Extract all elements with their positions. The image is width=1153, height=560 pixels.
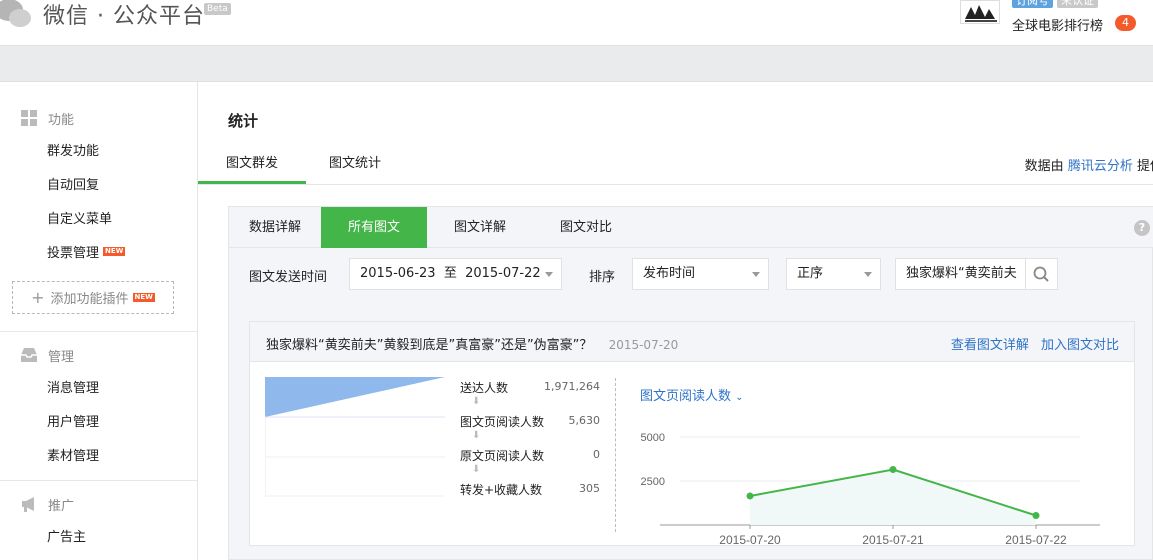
arrow-down-icon: ⬇ (472, 430, 481, 441)
account-name[interactable]: 全球电影排行榜 (1012, 15, 1103, 34)
notification-count-badge[interactable]: 4 (1115, 15, 1136, 31)
article-title[interactable]: 独家爆料“黄奕前夫”黄毅到底是”真富豪”还是”伪富豪”？ (266, 338, 592, 353)
data-point (746, 492, 754, 500)
wechat-logo-icon (0, 0, 31, 27)
sort-order-select[interactable]: 正序 (786, 258, 881, 290)
subtab-article-compare[interactable]: 图文对比 (533, 207, 639, 248)
article-card: 独家爆料“黄奕前夫”黄毅到底是”真富豪”还是”伪富豪”？ 2015-07-20 … (249, 321, 1135, 546)
funnel-value-delivered: 1,971,264 (544, 380, 600, 393)
sidebar-item-messages[interactable]: 消息管理 (47, 379, 99, 399)
chevron-down-icon: ⌄ (735, 392, 744, 403)
line-chart: 5000 2500 2015-07-20 2015-07-21 2015-07-22 (641, 432, 1100, 545)
sidebar-item-mass-send[interactable]: 群发功能 (47, 142, 99, 162)
account-avatar[interactable] (960, 0, 1000, 24)
inbox-icon (21, 348, 37, 362)
subtab-all-articles[interactable]: 所有图文 (321, 207, 427, 248)
divider (0, 331, 197, 332)
sidebar-item-materials[interactable]: 素材管理 (47, 447, 99, 467)
x-tick-label: 2015-07-22 (1005, 533, 1067, 545)
sort-label: 排序 (589, 270, 616, 285)
add-to-compare-link[interactable]: 加入图文对比 (1041, 338, 1119, 353)
view-article-detail-link[interactable]: 查看图文详解 (951, 338, 1029, 353)
funnel-value-shares: 305 (579, 482, 600, 495)
date-range-picker[interactable]: 2015-06-23 至 2015-07-22 (349, 258, 562, 290)
help-icon[interactable]: ? (1134, 220, 1150, 236)
article-card-header: 独家爆料“黄奕前夫”黄毅到底是”真富豪”还是”伪富豪”？ 2015-07-20 … (250, 322, 1134, 362)
chevron-down-icon (545, 272, 553, 277)
divider (0, 480, 197, 481)
tab-mass-articles[interactable]: 图文群发 (198, 154, 306, 184)
page-title: 统计 (228, 112, 259, 130)
article-date: 2015-07-20 (608, 338, 679, 352)
y-tick-label: 2500 (641, 476, 665, 488)
sidebar-group-promotion: 推广 (20, 494, 74, 514)
gray-banner (0, 45, 1153, 82)
arrow-down-icon: ⬇ (472, 464, 481, 475)
x-tick-label: 2015-07-20 (719, 533, 781, 545)
arrow-down-icon: ⬇ (472, 396, 481, 407)
funnel-label-delivered: 送达人数 (460, 381, 509, 395)
subtab-data-detail[interactable]: 数据详解 (229, 207, 321, 248)
account-type-badge: 订阅号 (1012, 0, 1053, 8)
subtab-article-detail[interactable]: 图文详解 (427, 207, 533, 248)
filter-row: 图文发送时间 2015-06-23 至 2015-07-22 排序 发布时间 正… (229, 248, 1153, 301)
y-tick-label: 5000 (641, 432, 665, 444)
tabs-divider (198, 184, 1153, 185)
data-source-note: 数据由 腾讯云分析 提供 (1024, 159, 1153, 174)
new-tag: NEW (132, 293, 155, 302)
grid-icon (21, 110, 37, 126)
top-header: 微信 · 公众平台 Beta 订阅号 未认证 全球电影排行榜 4 (0, 0, 1153, 45)
sidebar-item-users[interactable]: 用户管理 (47, 413, 99, 433)
chevron-down-icon (752, 272, 760, 277)
sidebar-group-function: 功能 (20, 108, 74, 128)
funnel-value-page-readers: 5,630 (568, 414, 601, 427)
divider (615, 378, 616, 532)
stats-panel: 数据详解 所有图文 图文详解 图文对比 ? 图文发送时间 2015-06-23 … (228, 206, 1153, 560)
data-point (1032, 511, 1040, 519)
main-content: 统计 图文群发 图文统计 数据由 腾讯云分析 提供 数据详解 所有图文 图文详解… (198, 82, 1153, 560)
sidebar-item-custom-menu[interactable]: 自定义菜单 (47, 210, 112, 230)
area-fill (750, 469, 1036, 525)
sort-field-select[interactable]: 发布时间 (632, 258, 769, 290)
sidebar-item-auto-reply[interactable]: 自动回复 (47, 176, 99, 196)
subtab-bar: 数据详解 所有图文 图文详解 图文对比 ? (229, 207, 1153, 248)
chart-metric-dropdown[interactable]: 图文页阅读人数 ⌄ (640, 385, 744, 404)
verify-status-badge: 未认证 (1057, 0, 1098, 8)
funnel-graphic (265, 377, 445, 497)
tencent-analytics-link[interactable]: 腾讯云分析 (1068, 159, 1133, 174)
search-input[interactable]: 独家爆料“黄奕前夫 (895, 258, 1026, 290)
chevron-down-icon (864, 272, 872, 277)
sidebar-group-manage: 管理 (20, 345, 74, 365)
tab-article-stats[interactable]: 图文统计 (329, 154, 381, 184)
sidebar: 功能 群发功能 自动回复 自定义菜单 投票管理 NEW + 添加功能插件 NEW 管… (0, 82, 198, 560)
x-tick-label: 2015-07-21 (862, 533, 924, 545)
sidebar-item-advertiser[interactable]: 广告主 (47, 528, 86, 548)
plus-icon: + (31, 288, 45, 307)
beta-badge: Beta (204, 3, 231, 15)
platform-title: 微信 · 公众平台 (43, 4, 205, 29)
add-plugin-button[interactable]: + 添加功能插件 NEW (12, 281, 174, 314)
sidebar-item-vote[interactable]: 投票管理 NEW (47, 244, 126, 264)
search-button[interactable] (1026, 258, 1058, 290)
search-icon (1033, 266, 1049, 282)
megaphone-icon (22, 497, 34, 512)
data-point (889, 466, 897, 474)
send-time-label: 图文发送时间 (249, 270, 328, 285)
funnel-value-original-readers: 0 (593, 448, 600, 461)
new-tag: NEW (103, 247, 126, 256)
